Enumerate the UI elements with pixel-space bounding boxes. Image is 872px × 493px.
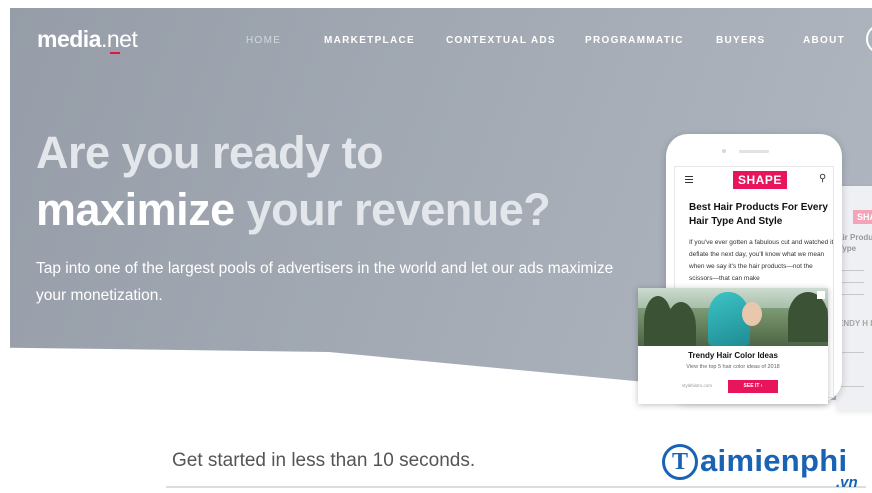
ad-subtitle: View the top 5 hair color ideas of 2018: [686, 364, 780, 370]
headline-strong: maximize: [36, 184, 235, 235]
logo-bold: media: [37, 26, 101, 52]
nav-about[interactable]: ABOUT: [803, 35, 845, 46]
nav-programmatic[interactable]: PROGRAMMATIC: [585, 35, 684, 46]
ad-source: stylebistro.com: [682, 383, 713, 388]
ad-image-face: [742, 302, 762, 326]
card2-text-line: [840, 294, 864, 295]
card2-text-line: [840, 386, 864, 387]
nav-buyers[interactable]: BUYERS: [716, 35, 765, 46]
card2-subtitle: ENDY H LOR ID: [838, 319, 872, 328]
nav-home[interactable]: HOME: [246, 35, 281, 46]
watermark-text: aimienphi: [700, 443, 848, 478]
signup-field-edge: [166, 486, 866, 488]
logo-suffix: .net: [100, 26, 138, 52]
card2-text-line: [840, 282, 864, 283]
article-title: Best Hair Products For Every Hair Type A…: [689, 202, 828, 227]
hero-headline: Are you ready to maximize your revenue?: [36, 124, 551, 238]
media-net-logo[interactable]: media.net: [37, 26, 138, 54]
ad-choices-icon[interactable]: [817, 291, 825, 299]
ad-image-tree: [666, 302, 696, 346]
card2-title: air Produ Hair Type: [838, 233, 872, 253]
shape-logo-secondary: SHA: [853, 210, 872, 224]
get-started-heading: Get started in less than 10 seconds.: [172, 450, 476, 471]
watermark-suffix: .vn: [836, 474, 858, 491]
ad-card: Trendy Hair Color Ideas View the top 5 h…: [638, 288, 828, 404]
shape-logo: SHAPE: [733, 171, 787, 189]
hero-subtext: Tap into one of the largest pools of adv…: [36, 260, 614, 304]
ad-see-it-button[interactable]: SEE IT ›: [728, 380, 778, 393]
nav-contextual-ads[interactable]: CONTEXTUAL ADS: [446, 35, 556, 46]
ad-title: Trendy Hair Color Ideas: [688, 351, 778, 360]
watermark-logo-icon: T: [662, 444, 698, 480]
article-body: If you've ever gotten a fabulous cut and…: [689, 239, 834, 282]
headline-line2: your revenue?: [246, 184, 551, 235]
search-icon: ⚲: [819, 173, 827, 184]
logo-underline: [110, 52, 120, 54]
card2-text-line: [840, 352, 864, 353]
phone-speaker: [739, 150, 769, 153]
headline-line1: Are you ready to: [36, 127, 384, 178]
phone-camera: [722, 149, 726, 153]
watermark-letter: T: [671, 449, 688, 475]
ad-image: [638, 288, 828, 346]
hamburger-menu-icon: [685, 176, 693, 185]
ad-image-tree: [788, 292, 828, 342]
nav-marketplace[interactable]: MARKETPLACE: [324, 35, 415, 46]
card2-text-line: [840, 270, 864, 271]
